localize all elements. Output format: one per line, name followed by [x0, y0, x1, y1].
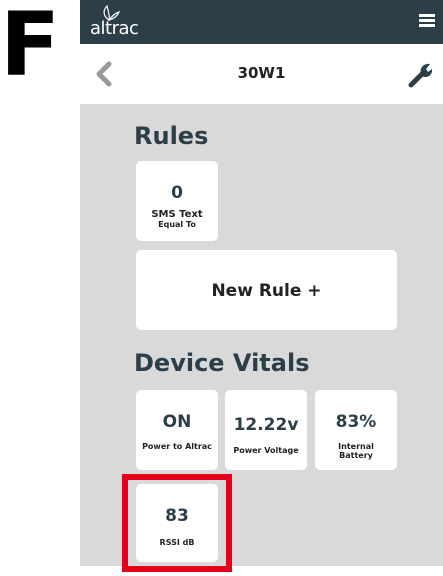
- vital-label: Internal Battery: [338, 442, 374, 460]
- vital-value: ON: [162, 412, 192, 432]
- vital-label: Power Voltage: [233, 446, 299, 455]
- app-screen: altrac 30W1 Rules 0 SMS Text Equal To Ne…: [80, 0, 443, 566]
- vital-value: 83%: [335, 412, 377, 432]
- rule-value: 0: [171, 183, 183, 203]
- vital-label: RSSI dB: [159, 538, 195, 547]
- vital-card-power-to-altrac[interactable]: ON Power to Altrac: [136, 390, 218, 470]
- vital-label: Power to Altrac: [142, 442, 212, 451]
- hamburger-menu-icon[interactable]: [419, 14, 435, 28]
- vital-value: 12.22v: [233, 415, 299, 435]
- wrench-icon[interactable]: [407, 60, 435, 88]
- new-rule-button[interactable]: New Rule +: [136, 250, 397, 330]
- device-vitals-heading: Device Vitals: [134, 349, 310, 377]
- figure-label: F: [0, 0, 61, 96]
- altrac-logo: altrac: [90, 4, 160, 40]
- new-rule-label: New Rule +: [211, 281, 322, 301]
- rules-heading: Rules: [134, 122, 209, 150]
- vital-value: 83: [165, 506, 189, 526]
- brand-name: altrac: [90, 18, 139, 39]
- vital-card-rssi[interactable]: 83 RSSI dB: [136, 484, 218, 562]
- nav-bar: 30W1: [80, 44, 443, 104]
- rule-card-sms-text[interactable]: 0 SMS Text Equal To: [136, 161, 218, 241]
- rule-sublabel: Equal To: [158, 220, 196, 229]
- vital-card-internal-battery[interactable]: 83% Internal Battery: [315, 390, 397, 470]
- vital-card-power-voltage[interactable]: 12.22v Power Voltage: [225, 390, 307, 470]
- page-title: 30W1: [237, 64, 286, 82]
- rule-label: SMS Text: [151, 209, 203, 220]
- top-bar: altrac: [80, 0, 443, 44]
